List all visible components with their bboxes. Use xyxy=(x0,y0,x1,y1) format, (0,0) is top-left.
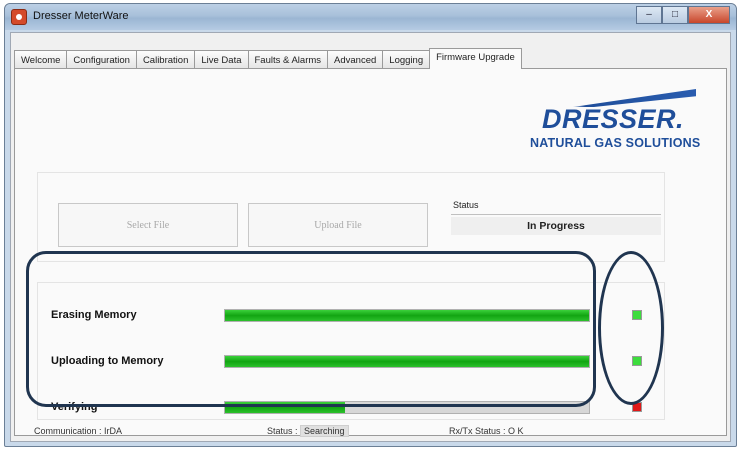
dresser-logo: DRESSER. NATURAL GAS SOLUTIONS xyxy=(520,89,700,151)
window-title: Dresser MeterWare xyxy=(33,10,129,22)
connection-status-label: Status : xyxy=(267,426,298,436)
tab-configuration[interactable]: Configuration xyxy=(66,50,137,68)
app-icon xyxy=(11,9,27,25)
status-bar-text: Communication : IrDA Status : Searching … xyxy=(9,421,730,439)
title-bar[interactable]: Dresser MeterWare – □ X xyxy=(5,4,736,30)
tab-calibration[interactable]: Calibration xyxy=(135,50,196,68)
tab-welcome[interactable]: Welcome xyxy=(14,50,68,68)
logo-wordmark: DRESSER. xyxy=(542,104,685,134)
status-value: In Progress xyxy=(451,217,661,235)
close-button[interactable]: X xyxy=(688,6,730,24)
select-file-button[interactable]: Select File xyxy=(58,203,238,247)
connection-status: Status : Searching xyxy=(267,425,349,437)
tab-firmware-upgrade[interactable]: Firmware Upgrade xyxy=(429,48,522,69)
progress-highlight-box xyxy=(26,251,596,407)
maximize-button[interactable]: □ xyxy=(662,6,688,24)
tab-logging[interactable]: Logging xyxy=(382,50,431,68)
logo-tagline: NATURAL GAS SOLUTIONS xyxy=(530,136,701,150)
status-divider xyxy=(451,214,661,215)
upload-file-button[interactable]: Upload File xyxy=(248,203,428,247)
status-label: Status xyxy=(453,200,479,210)
indicator-highlight-ellipse xyxy=(598,251,664,405)
tab-advanced[interactable]: Advanced xyxy=(327,50,384,68)
connection-status-value: Searching xyxy=(300,425,349,437)
tab-faults-alarms[interactable]: Faults & Alarms xyxy=(247,50,329,68)
communication-status: Communication : IrDA xyxy=(34,426,123,436)
rxtx-status: Rx/Tx Status : O K xyxy=(449,426,524,436)
window-controls: – □ X xyxy=(636,6,730,24)
tab-live-data[interactable]: Live Data xyxy=(194,50,249,68)
minimize-button[interactable]: – xyxy=(636,6,662,24)
tab-strip: Welcome Configuration Calibration Live D… xyxy=(14,48,522,69)
